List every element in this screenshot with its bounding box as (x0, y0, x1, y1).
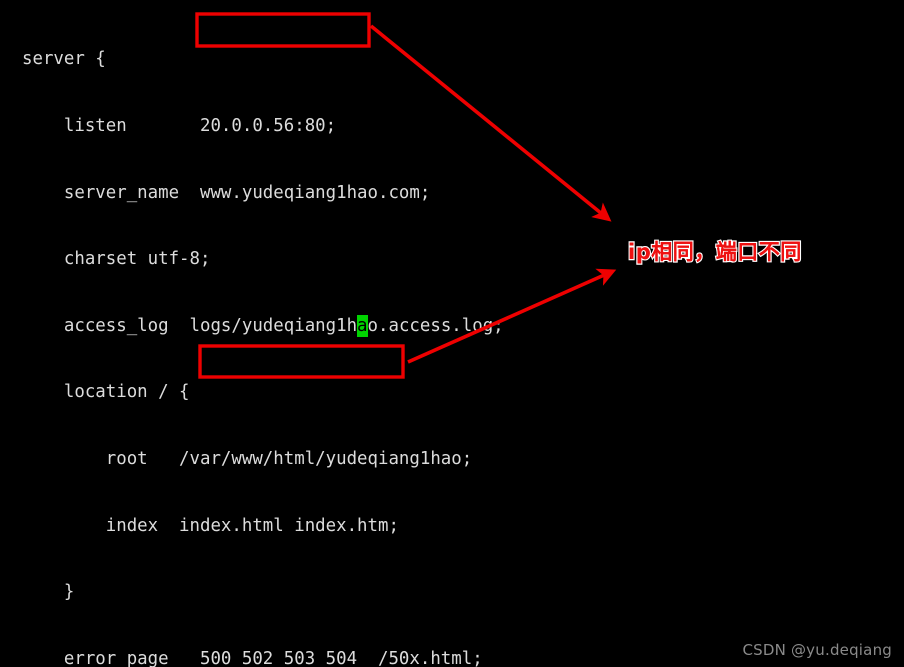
code-line: listen 20.0.0.56:80; (22, 116, 337, 136)
code-line: server { (22, 49, 106, 70)
annotation-label: ip相同，端口不同 (628, 240, 802, 264)
nginx-config-editor[interactable]: server { listen 20.0.0.56:80; server_nam… (0, 0, 904, 667)
code-line: index index.html index.htm; (22, 515, 399, 536)
code-line-with-cursor: access_log logs/yudeqiang1hao.access.log… (0, 314, 904, 337)
code-line: location / { (22, 382, 190, 403)
code-text-before-cursor: access_log logs/yudeqiang1h (22, 315, 358, 336)
text-cursor: a (357, 314, 368, 337)
code-line: root /var/www/html/yudeqiang1hao; (22, 448, 473, 469)
csdn-watermark: CSDN @yu.deqiang (742, 641, 892, 659)
code-line: } (22, 582, 75, 603)
code-line: server_name www.yudeqiang1hao.com; (22, 182, 431, 203)
code-text-after-cursor: o.access.log; (367, 315, 504, 336)
terminal-screenshot: server { listen 20.0.0.56:80; server_nam… (0, 0, 904, 667)
